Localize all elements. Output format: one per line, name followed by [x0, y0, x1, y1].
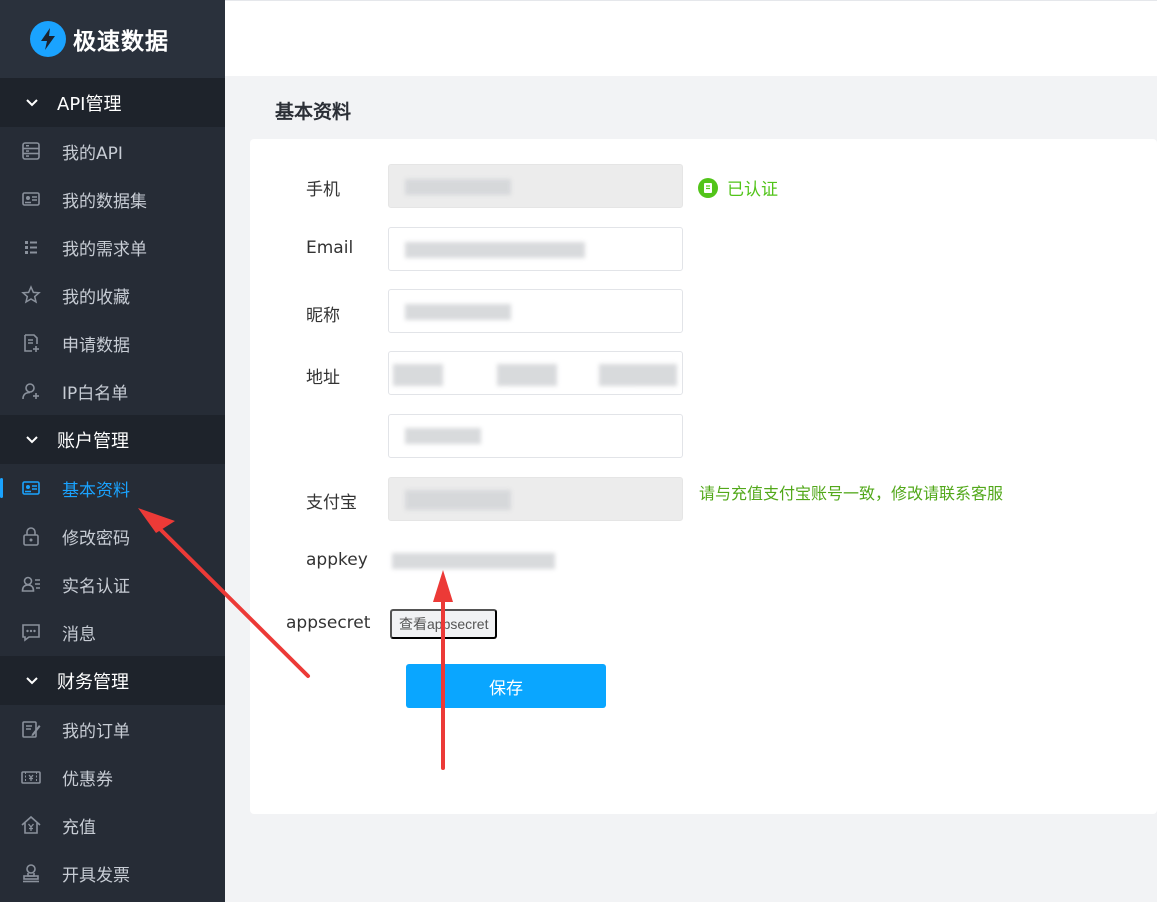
sidebar-item-my-api[interactable]: 我的API	[0, 127, 225, 175]
recharge-icon	[20, 814, 42, 836]
sidebar-item-my-datasets[interactable]: 我的数据集	[0, 175, 225, 223]
sidebar-item-my-requests[interactable]: 我的需求单	[0, 223, 225, 271]
email-field[interactable]	[388, 227, 683, 271]
order-icon	[20, 718, 42, 740]
star-icon	[20, 284, 42, 306]
message-icon	[20, 621, 42, 643]
nickname-label: 昵称	[306, 306, 340, 326]
lightning-icon	[30, 21, 66, 57]
sidebar-item-basic-info[interactable]: 基本资料	[0, 464, 225, 512]
sidebar-item-label: 开具发票	[62, 865, 130, 886]
sidebar: 极速数据 API管理 我的API 我的数据集 我的需求单 我的收藏 申请数据 I…	[0, 0, 225, 902]
group-title: API管理	[57, 93, 122, 115]
address-label: 地址	[306, 368, 340, 388]
id-card-icon	[20, 188, 42, 210]
sidebar-item-label: 我的数据集	[62, 191, 147, 212]
server-icon	[20, 140, 42, 162]
alipay-hint: 请与充值支付宝账号一致，修改请联系客服	[699, 484, 1004, 503]
alipay-label: 支付宝	[306, 493, 357, 513]
id-card-icon	[20, 477, 42, 499]
appsecret-label: appsecret	[286, 613, 371, 633]
verified-badge-icon	[698, 177, 718, 198]
sidebar-item-label: 实名认证	[62, 576, 130, 597]
sidebar-item-real-name[interactable]: 实名认证	[0, 560, 225, 608]
sidebar-item-label: 申请数据	[62, 335, 130, 356]
sidebar-item-label: 我的需求单	[62, 239, 147, 260]
alipay-field	[388, 477, 683, 521]
sidebar-item-label: 修改密码	[62, 528, 130, 549]
save-button[interactable]: 保存	[406, 664, 606, 708]
sidebar-item-invoice[interactable]: 开具发票	[0, 849, 225, 897]
sidebar-item-recharge[interactable]: 充值	[0, 801, 225, 849]
sidebar-item-label: 我的API	[62, 143, 123, 164]
group-title: 财务管理	[57, 671, 129, 693]
appkey-label: appkey	[306, 550, 368, 570]
brand-name: 极速数据	[73, 29, 169, 55]
phone-field	[388, 164, 683, 208]
address-detail-field[interactable]	[388, 414, 683, 458]
user-add-icon	[20, 380, 42, 402]
page-title: 基本资料	[275, 101, 352, 123]
sidebar-item-label: 优惠券	[62, 769, 113, 790]
group-title: 账户管理	[57, 430, 129, 452]
sidebar-item-change-password[interactable]: 修改密码	[0, 512, 225, 560]
sidebar-item-my-orders[interactable]: 我的订单	[0, 705, 225, 753]
sidebar-item-ip-whitelist[interactable]: IP白名单	[0, 367, 225, 415]
view-appsecret-button[interactable]: 查看appsecret	[390, 609, 498, 639]
list-icon	[20, 236, 42, 258]
logo[interactable]: 极速数据	[0, 0, 225, 78]
nickname-field[interactable]	[388, 289, 683, 333]
verified-text: 已认证	[727, 180, 778, 200]
appkey-value	[392, 553, 555, 569]
sidebar-item-messages[interactable]: 消息	[0, 608, 225, 656]
chevron-down-icon	[26, 98, 38, 106]
sidebar-item-label: 充值	[62, 817, 96, 838]
group-header-api[interactable]: API管理	[0, 78, 225, 127]
coupon-icon	[20, 766, 42, 788]
lock-icon	[20, 525, 42, 547]
chevron-down-icon	[26, 435, 38, 443]
sidebar-item-label: 消息	[62, 624, 96, 645]
sidebar-item-label: 基本资料	[62, 480, 130, 501]
user-list-icon	[20, 573, 42, 595]
sidebar-item-favorites[interactable]: 我的收藏	[0, 271, 225, 319]
sidebar-item-label: 我的订单	[62, 721, 130, 742]
verified-status: 已认证	[698, 175, 778, 200]
sidebar-item-label: 我的收藏	[62, 287, 130, 308]
profile-card	[250, 139, 1157, 814]
group-header-account[interactable]: 账户管理	[0, 415, 225, 464]
top-bar	[225, 0, 1157, 76]
group-header-finance[interactable]: 财务管理	[0, 656, 225, 705]
sidebar-item-apply-data[interactable]: 申请数据	[0, 319, 225, 367]
chevron-down-icon	[26, 676, 38, 684]
email-label: Email	[306, 238, 354, 258]
sidebar-item-coupons[interactable]: 优惠券	[0, 753, 225, 801]
sidebar-item-label: IP白名单	[62, 383, 129, 404]
address-region-select[interactable]	[388, 351, 683, 395]
phone-label: 手机	[306, 180, 340, 200]
doc-add-icon	[20, 332, 42, 354]
invoice-icon	[20, 862, 42, 884]
